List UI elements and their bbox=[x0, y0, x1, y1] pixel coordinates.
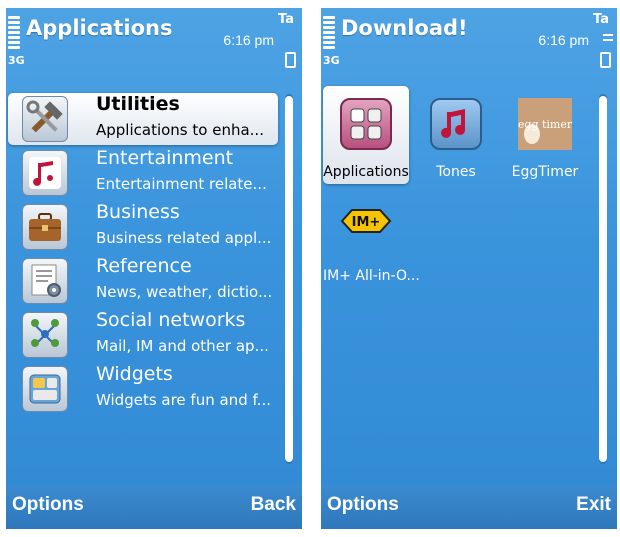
svg-text:egg timer: egg timer bbox=[518, 118, 572, 131]
network-type: 3G bbox=[323, 54, 340, 67]
list-item-social-networks[interactable]: Social networks Mail, IM and other ap... bbox=[8, 309, 278, 361]
scrollbar[interactable] bbox=[599, 94, 607, 464]
grid-item-tones[interactable]: Tones bbox=[413, 86, 499, 184]
music-note-icon bbox=[430, 98, 482, 150]
list-item-reference[interactable]: Reference News, weather, dictio... bbox=[8, 255, 278, 307]
battery-level-icon bbox=[603, 34, 613, 44]
clock: 6:16 pm bbox=[223, 32, 274, 48]
applications-folder-icon bbox=[340, 98, 392, 150]
scrollbar[interactable] bbox=[285, 94, 293, 464]
item-subtitle: News, weather, dictio... bbox=[96, 283, 272, 301]
widgets-icon bbox=[22, 366, 68, 412]
screen-title: Download! bbox=[341, 16, 468, 40]
item-title: Widgets bbox=[96, 363, 173, 385]
item-subtitle: Entertainment relate... bbox=[96, 175, 267, 193]
item-title: Reference bbox=[96, 255, 192, 277]
signal-strength-icon bbox=[8, 16, 20, 51]
im-plus-icon: IM+ bbox=[340, 206, 392, 258]
svg-text:IM+: IM+ bbox=[352, 215, 381, 230]
document-gear-icon bbox=[22, 258, 68, 304]
options-button[interactable]: Options bbox=[327, 494, 399, 516]
exit-button[interactable]: Exit bbox=[576, 494, 611, 516]
back-button[interactable]: Back bbox=[251, 494, 296, 516]
network-indicator-icon: Ta bbox=[278, 12, 294, 27]
signal-strength-icon bbox=[323, 16, 335, 51]
grid-item-im-plus[interactable]: IM+ IM+ All-in-O... bbox=[323, 188, 420, 286]
softkey-bar: Options Exit bbox=[321, 485, 617, 529]
item-subtitle: Business related appl... bbox=[96, 229, 272, 247]
item-subtitle: Widgets are fun and f... bbox=[96, 391, 271, 409]
grid-item-label: EggTimer bbox=[511, 164, 579, 180]
tools-icon bbox=[22, 96, 68, 142]
battery-icon bbox=[285, 52, 296, 68]
applications-screen: Applications Ta 6:16 pm 3G Utilities App… bbox=[6, 8, 302, 529]
music-note-icon bbox=[22, 150, 68, 196]
eggtimer-icon: egg timer bbox=[518, 98, 573, 150]
item-title: Business bbox=[96, 201, 180, 223]
grid-item-applications[interactable]: Applications bbox=[323, 86, 409, 184]
options-button[interactable]: Options bbox=[12, 494, 84, 516]
grid-item-label: Applications bbox=[323, 164, 409, 180]
screen-title: Applications bbox=[26, 16, 173, 40]
network-type: 3G bbox=[8, 54, 25, 67]
list-item-widgets[interactable]: Widgets Widgets are fun and f... bbox=[8, 363, 278, 415]
briefcase-icon bbox=[22, 204, 68, 250]
grid-item-label: Tones bbox=[436, 164, 476, 180]
item-title: Utilities bbox=[96, 93, 180, 115]
item-subtitle: Mail, IM and other ap... bbox=[96, 337, 269, 355]
network-indicator-icon: Ta bbox=[593, 12, 609, 27]
softkey-bar: Options Back bbox=[6, 485, 302, 529]
list-item-entertainment[interactable]: Entertainment Entertainment relate... bbox=[8, 147, 278, 199]
scroll-thumb[interactable] bbox=[599, 96, 607, 462]
list-item-business[interactable]: Business Business related appl... bbox=[8, 201, 278, 253]
download-screen: Download! Ta 6:16 pm 3G Applications Ton… bbox=[321, 8, 617, 529]
grid-item-eggtimer[interactable]: egg timer EggTimer bbox=[502, 86, 588, 184]
grid-item-label: IM+ All-in-O... bbox=[323, 268, 420, 284]
scroll-thumb[interactable] bbox=[285, 96, 293, 462]
list-item-utilities[interactable]: Utilities Applications to enha... bbox=[8, 93, 278, 145]
item-title: Entertainment bbox=[96, 147, 234, 169]
battery-icon bbox=[600, 52, 611, 68]
clock: 6:16 pm bbox=[538, 32, 589, 48]
item-subtitle: Applications to enha... bbox=[96, 121, 264, 139]
people-network-icon bbox=[22, 312, 68, 358]
item-title: Social networks bbox=[96, 309, 246, 331]
